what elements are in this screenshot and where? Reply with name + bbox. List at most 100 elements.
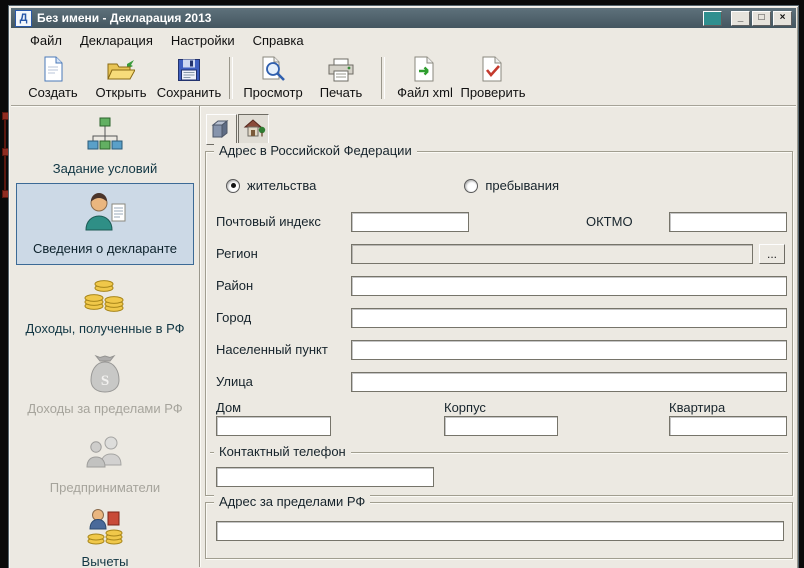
xml-file-icon: [413, 56, 437, 82]
conditions-flowchart-icon: [83, 116, 127, 158]
city-input[interactable]: [351, 308, 787, 328]
titlebar-controls: _ □ ×: [703, 10, 792, 26]
region-input: [351, 244, 753, 264]
print-button[interactable]: Печать: [307, 54, 375, 102]
close-button[interactable]: ×: [773, 10, 792, 26]
groupbox-title: Адрес в Российской Федерации: [214, 143, 417, 158]
sidebar-item-entrepreneurs: Предприниматели: [16, 427, 194, 501]
money-bag-icon: S: [86, 354, 124, 398]
postal-index-label: Почтовый индекс: [216, 214, 321, 229]
oktmo-label: ОКТМО: [586, 214, 633, 229]
street-input[interactable]: [351, 372, 787, 392]
titlebar[interactable]: Д Без имени - Декларация 2013 _ □ ×: [11, 8, 796, 28]
create-button[interactable]: Создать: [19, 54, 87, 102]
toolbar-separator: [381, 57, 385, 99]
district-label: Район: [216, 278, 254, 293]
menu-bar: Файл Декларация Настройки Справка: [11, 29, 796, 51]
xml-file-button[interactable]: Файл xml: [391, 54, 459, 102]
tool-label: Проверить: [460, 85, 526, 100]
sidebar-item-income-rf[interactable]: Доходы, полученные в РФ: [16, 269, 194, 343]
groupbox-title: Контактный телефон: [214, 444, 351, 459]
residence-radio[interactable]: жительства: [226, 178, 316, 193]
maximize-button[interactable]: □: [752, 10, 771, 26]
house-label: Дом: [216, 400, 242, 415]
apartment-label: Квартира: [669, 400, 726, 415]
app-window: Д Без имени - Декларация 2013 _ □ × Файл…: [8, 5, 799, 568]
menu-settings[interactable]: Настройки: [162, 30, 244, 51]
document-view-button[interactable]: [206, 114, 237, 145]
preview-icon: [260, 56, 286, 82]
toolbar-separator: [229, 57, 233, 99]
svg-text:S: S: [101, 373, 109, 389]
settlement-input[interactable]: [351, 340, 787, 360]
entrepreneurs-icon: [82, 433, 128, 477]
coins-icon: [83, 276, 127, 318]
settlement-label: Населенный пункт: [216, 342, 328, 357]
groupbox-title: Адрес за пределами РФ: [214, 494, 371, 509]
district-input[interactable]: [351, 276, 787, 296]
radio-label: пребывания: [485, 178, 559, 193]
home-icon: [242, 117, 266, 142]
main-panel: Адрес в Российской Федерации жительства …: [200, 106, 796, 567]
titlebar-extra-button[interactable]: [703, 10, 722, 26]
address-type-radio-group: жительства пребывания: [226, 178, 766, 193]
minimize-button[interactable]: _: [731, 10, 750, 26]
postal-index-input[interactable]: [351, 212, 469, 232]
sidebar-item-declarant-info[interactable]: Сведения о декларанте: [16, 183, 194, 265]
open-folder-icon: [107, 56, 135, 82]
app-icon: Д: [15, 9, 32, 27]
city-label: Город: [216, 310, 252, 325]
sidebar-item-label: Доходы за пределами РФ: [27, 400, 183, 416]
foreign-address-input[interactable]: [216, 521, 784, 541]
address-rf-groupbox: Адрес в Российской Федерации жительства …: [205, 143, 793, 496]
radio-icon: [464, 178, 479, 193]
tool-label: Печать: [319, 85, 363, 100]
buildings-3d-icon: [211, 117, 233, 142]
check-button[interactable]: Проверить: [459, 54, 527, 102]
sidebar-item-label: Вычеты: [81, 553, 129, 568]
stay-radio[interactable]: пребывания: [464, 178, 559, 193]
save-button[interactable]: Сохранить: [155, 54, 223, 102]
menu-help[interactable]: Справка: [244, 30, 313, 51]
address-view-button[interactable]: [238, 114, 269, 145]
preview-button[interactable]: Просмотр: [239, 54, 307, 102]
tool-label: Открыть: [95, 85, 147, 100]
sidebar-item-deductions[interactable]: Вычеты: [16, 505, 194, 568]
sidebar-item-label: Задание условий: [52, 160, 158, 176]
building-input[interactable]: [444, 416, 558, 436]
address-foreign-groupbox: Адрес за пределами РФ: [205, 494, 793, 559]
phone-input[interactable]: [216, 467, 434, 487]
new-document-icon: [42, 56, 64, 82]
sidebar-item-income-abroad: S Доходы за пределами РФ: [16, 347, 194, 423]
check-document-icon: [481, 56, 505, 82]
phone-groupbox: Контактный телефон: [210, 444, 788, 496]
street-label: Улица: [216, 374, 253, 389]
menu-declaration[interactable]: Декларация: [71, 30, 162, 51]
building-label: Корпус: [444, 400, 486, 415]
tool-label: Просмотр: [243, 85, 303, 100]
deductions-icon: [83, 507, 127, 551]
open-button[interactable]: Открыть: [87, 54, 155, 102]
desktop-background: Д Без имени - Декларация 2013 _ □ × Файл…: [0, 0, 804, 568]
toolbar: Создать Открыть Сохранить Просмотр Печат…: [11, 51, 796, 106]
sidebar-item-label: Предприниматели: [49, 479, 161, 495]
sidebar-item-label: Сведения о декларанте: [33, 240, 177, 256]
house-input[interactable]: [216, 416, 331, 436]
tool-label: Создать: [28, 85, 78, 100]
sidebar-item-label: Доходы, полученные в РФ: [25, 320, 185, 336]
print-icon: [327, 56, 355, 82]
apartment-input[interactable]: [669, 416, 787, 436]
save-icon: [177, 56, 201, 82]
tool-label: Файл xml: [397, 85, 453, 100]
region-label: Регион: [216, 246, 258, 261]
sidebar-item-conditions[interactable]: Задание условий: [16, 113, 194, 179]
tool-label: Сохранить: [156, 85, 222, 100]
region-browse-button[interactable]: ...: [759, 244, 785, 264]
declarant-person-icon: [82, 192, 128, 238]
menu-file[interactable]: Файл: [21, 30, 71, 51]
oktmo-input[interactable]: [669, 212, 787, 232]
window-title: Без имени - Декларация 2013: [37, 11, 212, 25]
sidebar: Задание условий Сведения о декларанте До…: [11, 106, 200, 568]
radio-label: жительства: [247, 178, 317, 193]
radio-icon: [226, 178, 240, 193]
